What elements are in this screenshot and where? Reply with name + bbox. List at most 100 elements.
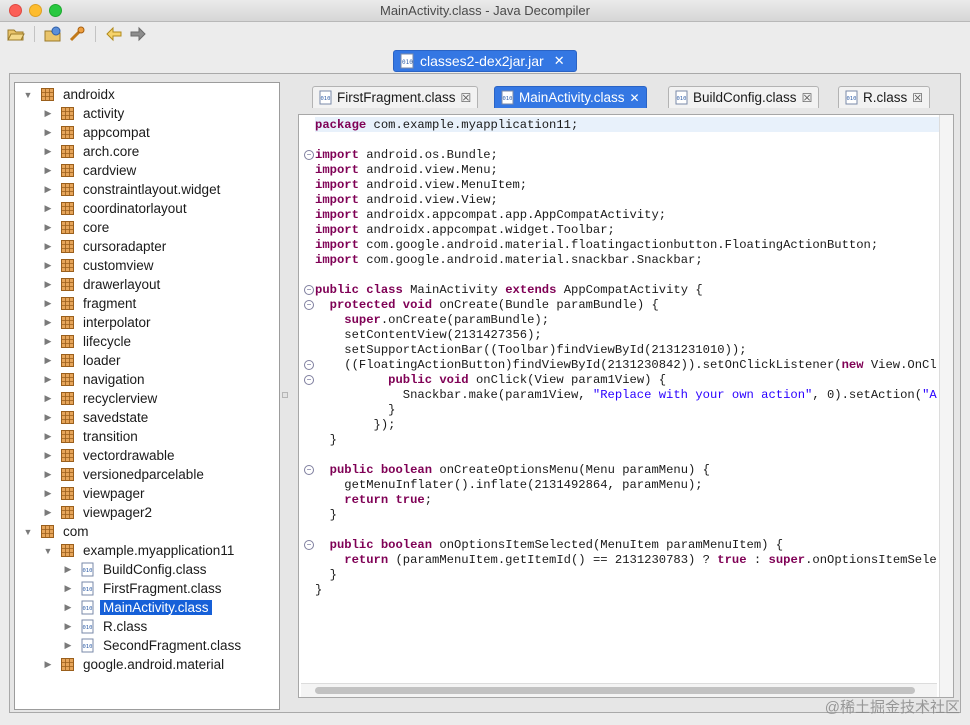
close-window-button[interactable] — [9, 4, 22, 17]
expanded-arrow-icon[interactable]: ▼ — [23, 527, 33, 537]
code-area[interactable]: package com.example.myapplication11; impo… — [301, 117, 937, 677]
tree-package-node[interactable]: ▶ google.android.material — [43, 655, 227, 674]
tree-package-node[interactable]: ▶ viewpager — [43, 484, 148, 503]
collapse-fold-icon[interactable]: − — [304, 375, 314, 385]
search-button[interactable] — [67, 24, 87, 44]
collapsed-arrow-icon[interactable]: ▶ — [43, 469, 53, 480]
tab-r-class[interactable]: 010 R.class ☒ — [838, 86, 931, 108]
close-tab-icon[interactable]: ✕ — [630, 91, 640, 105]
back-button[interactable] — [104, 24, 124, 44]
tree-package-node[interactable]: ▶ constraintlayout.widget — [43, 180, 223, 199]
horizontal-scrollbar[interactable] — [301, 683, 937, 697]
collapsed-arrow-icon[interactable]: ▶ — [43, 108, 53, 119]
tree-package-node[interactable]: ▶ core — [43, 218, 112, 237]
expanded-arrow-icon[interactable]: ▼ — [23, 90, 33, 100]
tree-package-node[interactable]: ▶ coordinatorlayout — [43, 199, 190, 218]
collapse-fold-icon[interactable]: − — [304, 465, 314, 475]
vertical-scrollbar[interactable] — [939, 115, 953, 697]
tree-package-node[interactable]: ▶ cardview — [43, 161, 139, 180]
tree-package-node[interactable]: ▼ example.myapplication11 — [43, 541, 237, 560]
svg-text:010: 010 — [83, 644, 93, 650]
close-tab-icon[interactable]: ✕ — [554, 53, 565, 69]
horizontal-scroll-thumb[interactable] — [315, 687, 915, 694]
collapsed-arrow-icon[interactable]: ▶ — [43, 393, 53, 404]
collapsed-arrow-icon[interactable]: ▶ — [43, 488, 53, 499]
collapse-fold-icon[interactable]: − — [304, 360, 314, 370]
splitter-handle[interactable] — [282, 392, 288, 398]
collapsed-arrow-icon[interactable]: ▶ — [43, 279, 53, 290]
collapse-fold-icon[interactable]: − — [304, 285, 314, 295]
tree-package-node[interactable]: ▶ recyclerview — [43, 389, 160, 408]
collapsed-arrow-icon[interactable]: ▶ — [63, 564, 73, 575]
open-type-button[interactable] — [43, 24, 63, 44]
collapsed-arrow-icon[interactable]: ▶ — [63, 583, 73, 594]
collapsed-arrow-icon[interactable]: ▶ — [43, 450, 53, 461]
file-tab-classes2-jar[interactable]: 010 classes2-dex2jar.jar ✕ — [393, 50, 577, 72]
collapse-fold-icon[interactable]: − — [304, 540, 314, 550]
expanded-arrow-icon[interactable]: ▼ — [43, 546, 53, 556]
collapsed-arrow-icon[interactable]: ▶ — [43, 374, 53, 385]
collapsed-arrow-icon[interactable]: ▶ — [43, 203, 53, 214]
tree-package-node[interactable]: ▶ navigation — [43, 370, 148, 389]
tree-package-node[interactable]: ▶ versionedparcelable — [43, 465, 207, 484]
tab-mainactivity[interactable]: 010 MainActivity.class ✕ — [494, 86, 647, 108]
tree-package-node[interactable]: ▶ savedstate — [43, 408, 151, 427]
collapse-fold-icon[interactable]: − — [304, 150, 314, 160]
collapsed-arrow-icon[interactable]: ▶ — [43, 260, 53, 271]
tab-buildconfig[interactable]: 010 BuildConfig.class ☒ — [668, 86, 820, 108]
collapsed-arrow-icon[interactable]: ▶ — [43, 317, 53, 328]
tree-node-label: viewpager — [83, 486, 145, 501]
tree-package-node[interactable]: ▶ viewpager2 — [43, 503, 155, 522]
package-icon — [61, 202, 74, 215]
collapsed-arrow-icon[interactable]: ▶ — [63, 621, 73, 632]
tree-class-node[interactable]: ▶ 010 FirstFragment.class — [63, 579, 225, 598]
tree-package-node[interactable]: ▼ androidx — [23, 85, 118, 104]
tree-package-node[interactable]: ▶ cursoradapter — [43, 237, 169, 256]
tree-package-node[interactable]: ▶ interpolator — [43, 313, 154, 332]
collapsed-arrow-icon[interactable]: ▶ — [43, 507, 53, 518]
close-tab-icon[interactable]: ☒ — [461, 91, 472, 105]
collapsed-arrow-icon[interactable]: ▶ — [43, 431, 53, 442]
tree-package-node[interactable]: ▶ loader — [43, 351, 124, 370]
tree-class-node[interactable]: ▶ 010 R.class — [63, 617, 150, 636]
collapsed-arrow-icon[interactable]: ▶ — [43, 659, 53, 670]
tree-package-node[interactable]: ▼ com — [23, 522, 92, 541]
tree-package-node[interactable]: ▶ drawerlayout — [43, 275, 163, 294]
tree-package-node[interactable]: ▶ appcompat — [43, 123, 153, 142]
tree-package-node[interactable]: ▶ activity — [43, 104, 127, 123]
collapsed-arrow-icon[interactable]: ▶ — [43, 241, 53, 252]
close-tab-icon[interactable]: ☒ — [912, 91, 923, 105]
title-bar: MainActivity.class - Java Decompiler — [0, 0, 970, 22]
zoom-window-button[interactable] — [49, 4, 62, 17]
tree-class-node[interactable]: ▶ 010 MainActivity.class — [63, 598, 212, 617]
close-tab-icon[interactable]: ☒ — [802, 91, 813, 105]
back-icon — [106, 26, 122, 42]
tree-package-node[interactable]: ▶ transition — [43, 427, 141, 446]
collapsed-arrow-icon[interactable]: ▶ — [43, 336, 53, 347]
tree-package-node[interactable]: ▶ lifecycle — [43, 332, 134, 351]
collapsed-arrow-icon[interactable]: ▶ — [43, 165, 53, 176]
tree-package-node[interactable]: ▶ fragment — [43, 294, 139, 313]
tree-class-node[interactable]: ▶ 010 BuildConfig.class — [63, 560, 210, 579]
collapse-fold-icon[interactable]: − — [304, 300, 314, 310]
forward-button[interactable] — [128, 24, 148, 44]
tree-package-node[interactable]: ▶ vectordrawable — [43, 446, 178, 465]
code-editor[interactable]: package com.example.myapplication11; impo… — [298, 114, 954, 698]
collapsed-arrow-icon[interactable]: ▶ — [63, 602, 73, 613]
collapsed-arrow-icon[interactable]: ▶ — [63, 640, 73, 651]
collapsed-arrow-icon[interactable]: ▶ — [43, 355, 53, 366]
tree-node-label: vectordrawable — [83, 448, 175, 463]
minimize-window-button[interactable] — [29, 4, 42, 17]
tree-package-node[interactable]: ▶ customview — [43, 256, 157, 275]
collapsed-arrow-icon[interactable]: ▶ — [43, 184, 53, 195]
collapsed-arrow-icon[interactable]: ▶ — [43, 222, 53, 233]
collapsed-arrow-icon[interactable]: ▶ — [43, 127, 53, 138]
collapsed-arrow-icon[interactable]: ▶ — [43, 146, 53, 157]
collapsed-arrow-icon[interactable]: ▶ — [43, 412, 53, 423]
tree-package-node[interactable]: ▶ arch.core — [43, 142, 142, 161]
tree-class-node[interactable]: ▶ 010 SecondFragment.class — [63, 636, 244, 655]
tree-node-label: drawerlayout — [83, 277, 161, 292]
collapsed-arrow-icon[interactable]: ▶ — [43, 298, 53, 309]
tab-firstfragment[interactable]: 010 FirstFragment.class ☒ — [312, 86, 479, 108]
open-file-button[interactable] — [6, 24, 26, 44]
